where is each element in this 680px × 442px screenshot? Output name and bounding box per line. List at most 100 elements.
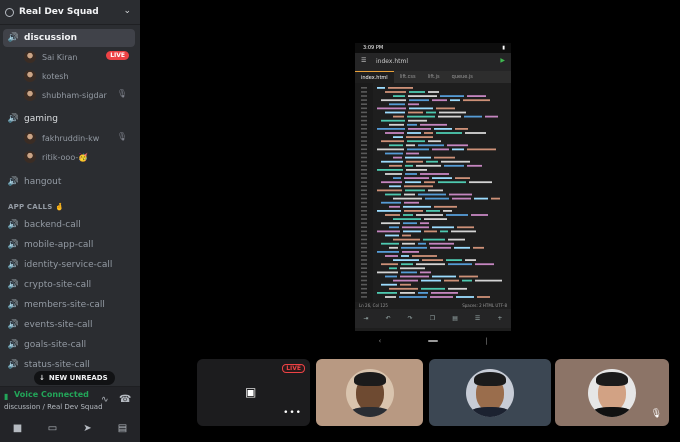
chevron-down-icon[interactable]: ⌄ xyxy=(123,6,131,16)
code-token xyxy=(408,111,423,114)
screen-share-stream[interactable]: 3:09 PM ▮ ☰ index.html ▶ index.html lift… xyxy=(355,43,511,350)
camera-icon[interactable]: ■ xyxy=(7,420,29,436)
signal-strength-icon[interactable]: ▮ xyxy=(4,392,8,401)
noise-suppression-icon[interactable]: ∿ xyxy=(101,395,109,405)
voice-channel[interactable]: 🔊 events-site-call xyxy=(3,316,135,334)
code-token xyxy=(432,99,447,102)
speaker-icon: 🔊 xyxy=(7,360,20,370)
code-token xyxy=(452,148,464,151)
code-token xyxy=(434,128,452,130)
voice-channel-hangout[interactable]: 🔊 hangout xyxy=(3,173,135,191)
code-token xyxy=(389,287,418,290)
video-tile-self[interactable]: ▣ LIVE ••• xyxy=(197,359,310,426)
channel-label: goals-site-call xyxy=(24,340,87,350)
code-token xyxy=(404,193,415,196)
code-token xyxy=(401,271,417,274)
line-number xyxy=(361,242,367,245)
code-token xyxy=(448,263,472,266)
video-tile[interactable] xyxy=(429,359,551,426)
line-number xyxy=(361,193,367,196)
code-token xyxy=(381,283,397,286)
code-token xyxy=(403,222,417,225)
code-token xyxy=(407,123,417,126)
cursor-position: Ln 26, Col 125 xyxy=(359,303,388,308)
voice-user[interactable]: shubham-sigdar 🎙 xyxy=(24,87,134,103)
voice-channel[interactable]: 🔊 goals-site-call xyxy=(3,336,135,354)
code-token xyxy=(436,107,455,110)
voice-location[interactable]: discussion / Real Dev Squad xyxy=(4,403,103,411)
voice-user[interactable]: fakhruddin-kw 🎙 xyxy=(24,130,134,146)
code-token xyxy=(456,296,474,298)
voice-channel-gaming[interactable]: 🔊 gaming xyxy=(3,110,135,128)
soundboard-icon[interactable]: ▤ xyxy=(112,420,134,436)
code-token xyxy=(424,230,437,233)
code-token xyxy=(450,99,460,102)
code-token xyxy=(404,210,423,212)
code-token xyxy=(438,115,461,118)
disconnect-icon[interactable]: ☎ xyxy=(119,394,131,405)
code-token xyxy=(408,103,419,106)
code-token xyxy=(421,279,441,282)
line-number xyxy=(361,255,367,257)
code-token xyxy=(385,132,404,134)
more-options-icon[interactable]: ••• xyxy=(283,408,302,418)
line-number xyxy=(361,292,367,294)
voice-channel[interactable]: 🔊 backend-call xyxy=(3,216,135,234)
code-token xyxy=(444,279,459,282)
new-unreads-pill[interactable]: ↓ NEW UNREADS xyxy=(34,371,115,385)
voice-channel[interactable]: 🔊 mobile-app-call xyxy=(3,236,135,254)
channel-label: discussion xyxy=(24,33,78,43)
voice-user[interactable]: kotesh xyxy=(24,68,134,84)
code-token xyxy=(449,193,472,196)
code-token xyxy=(418,193,446,196)
speaker-icon: 🔊 xyxy=(7,260,20,270)
code-token xyxy=(406,169,427,171)
code-token xyxy=(393,156,402,159)
code-token xyxy=(444,164,464,167)
line-number xyxy=(361,251,367,253)
speaker-icon: 🔊 xyxy=(7,33,20,43)
editor-tab: lift.css xyxy=(399,74,416,80)
editor-tab: lift.js xyxy=(427,74,440,80)
line-number xyxy=(361,275,367,278)
line-number xyxy=(361,210,367,212)
voice-status[interactable]: Voice Connected xyxy=(14,390,89,399)
muted-mic-icon: 🎙 xyxy=(116,89,127,98)
code-token xyxy=(416,164,441,167)
code-token xyxy=(385,193,401,196)
video-tile[interactable] xyxy=(316,359,423,426)
code-token xyxy=(451,230,476,233)
voice-channel[interactable]: 🔊 identity-service-call xyxy=(3,256,135,274)
code-token xyxy=(448,238,465,241)
speaker-icon: 🔊 xyxy=(7,340,20,350)
category-header[interactable]: APP CALLS 🤞 xyxy=(8,203,64,211)
code-token xyxy=(385,173,402,175)
code-token xyxy=(385,296,396,298)
voice-user-name: kotesh xyxy=(42,71,69,81)
voice-user-name: fakhruddin-kw xyxy=(42,133,100,143)
server-icon xyxy=(5,7,14,17)
voice-channel[interactable]: 🔊 members-site-call xyxy=(3,296,135,314)
channel-label: gaming xyxy=(24,114,58,124)
code-token xyxy=(418,242,426,245)
code-token xyxy=(422,259,443,261)
voice-user[interactable]: ritik-ooo-🥳 xyxy=(24,149,134,165)
voice-user[interactable]: Sai Kiran LIVE xyxy=(24,49,134,65)
code-token xyxy=(381,242,399,245)
voice-user-name: shubham-sigdar xyxy=(42,90,107,100)
voice-channel-discussion[interactable]: 🔊 discussion xyxy=(3,29,135,47)
voice-connection-panel: ▮ Voice Connected discussion / Real Dev … xyxy=(0,386,140,415)
code-token xyxy=(377,271,398,274)
line-number xyxy=(361,91,367,93)
activity-rocket-icon[interactable]: ➤ xyxy=(77,420,99,436)
voice-channel[interactable]: 🔊 crypto-site-call xyxy=(3,276,135,294)
avatar xyxy=(345,368,394,417)
code-token xyxy=(409,107,433,110)
code-token xyxy=(403,205,431,208)
code-token xyxy=(459,275,478,278)
screen-share-icon[interactable]: ▭ xyxy=(42,420,64,436)
recents-icon: | xyxy=(485,336,488,345)
video-tile[interactable]: 🎙 xyxy=(555,359,669,426)
code-token xyxy=(432,148,449,151)
server-header[interactable]: Real Dev Squad ⌄ xyxy=(0,0,140,25)
